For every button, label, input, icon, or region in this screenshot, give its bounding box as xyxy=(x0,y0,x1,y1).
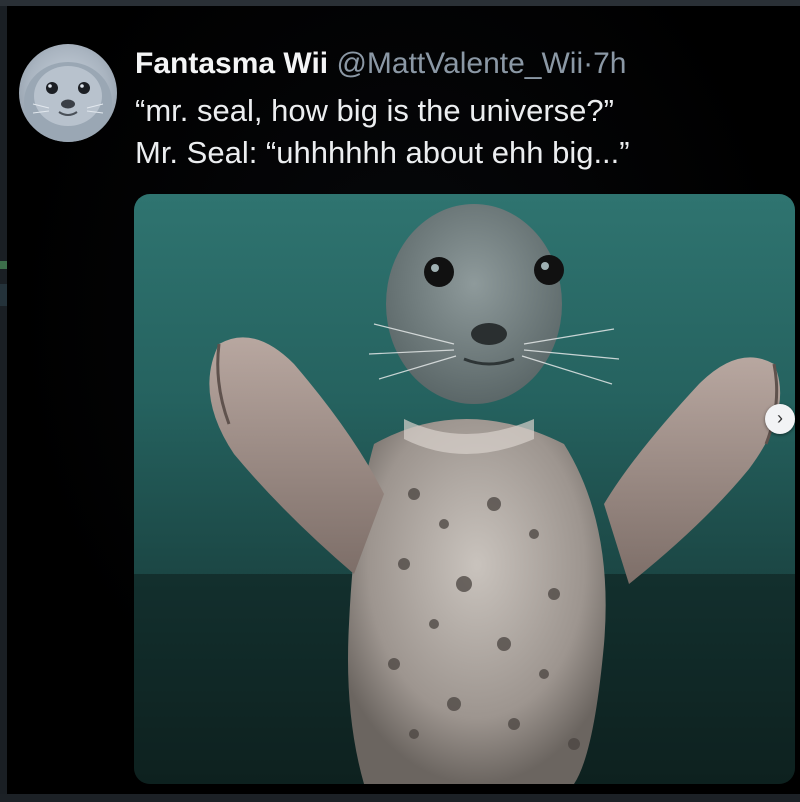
tweet-media-photo[interactable] xyxy=(134,194,795,784)
seal-avatar-icon xyxy=(24,62,112,142)
tweet-text: “mr. seal, how big is the universe?” Mr.… xyxy=(135,90,630,174)
user-handle[interactable]: @MattValente_Wii xyxy=(336,47,583,80)
next-image-button[interactable]: › xyxy=(765,404,795,434)
host-strip-marker xyxy=(0,261,7,269)
avatar[interactable] xyxy=(19,44,117,142)
separator-dot: · xyxy=(583,47,594,80)
tweet-card[interactable]: Fantasma Wii @MattValente_Wii·7h “mr. se… xyxy=(7,6,800,794)
display-name[interactable]: Fantasma Wii xyxy=(135,47,328,80)
tweet-text-line: “mr. seal, how big is the universe?” xyxy=(135,93,614,128)
host-strip-marker xyxy=(0,284,7,306)
tweet-text-line: Mr. Seal: “uhhhhhh about ehh big...” xyxy=(135,135,630,170)
tweet-header: Fantasma Wii @MattValente_Wii·7h xyxy=(135,46,627,82)
timestamp[interactable]: 7h xyxy=(593,47,626,80)
host-window-left-strip xyxy=(0,6,7,802)
seal-photo xyxy=(134,204,795,784)
chevron-right-icon: › xyxy=(777,408,783,428)
host-window-bottom-strip xyxy=(0,794,800,802)
